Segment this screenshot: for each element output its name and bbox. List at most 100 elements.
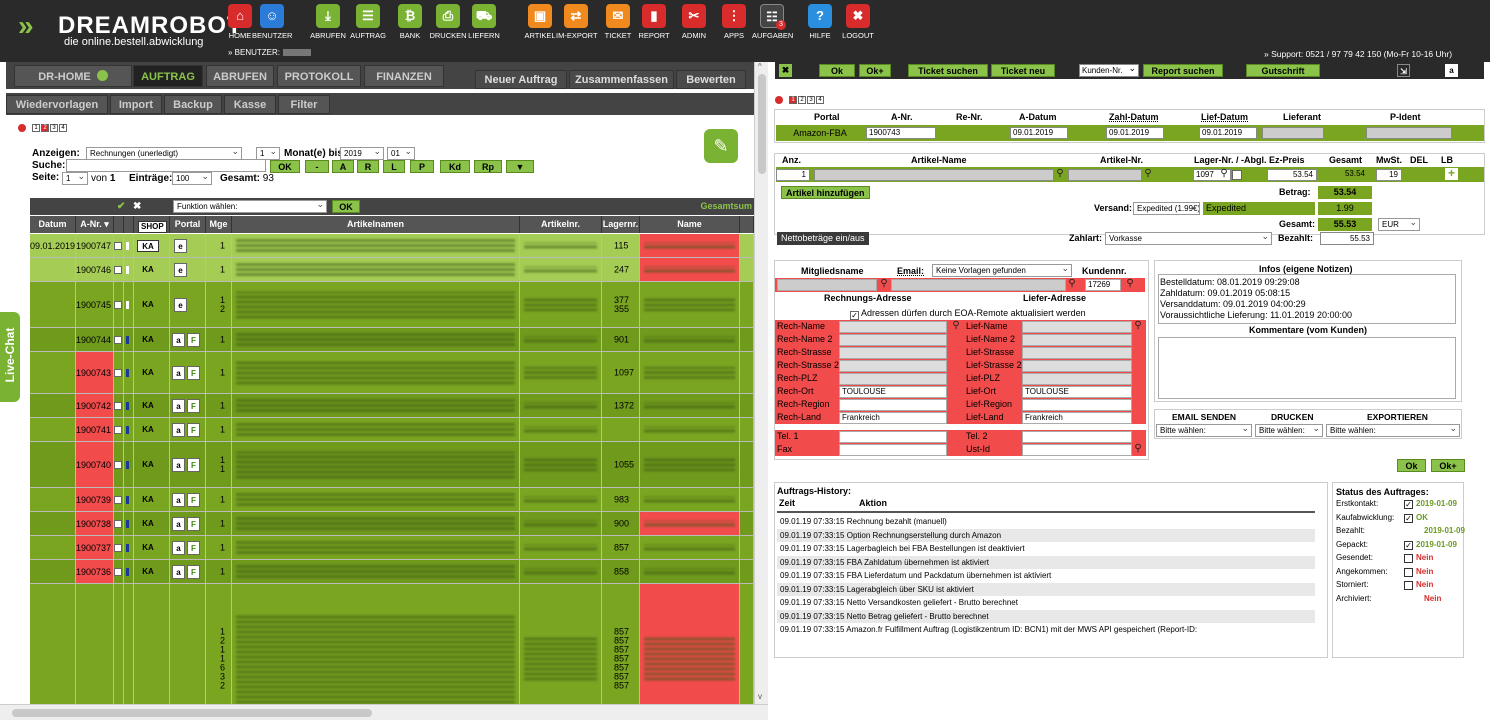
cell-order-number[interactable]: 1900743 (76, 352, 114, 393)
ok-bottom-button[interactable]: Ok (1397, 459, 1426, 472)
arrow-right-icon[interactable] (775, 96, 783, 104)
cell-order-number[interactable]: 1900746 (76, 258, 114, 281)
shipping-field-5[interactable]: TOULOUSE (1022, 386, 1132, 398)
billing-field-1[interactable] (839, 334, 947, 346)
subtab-kasse[interactable]: Kasse (224, 95, 276, 114)
cell-order-number[interactable]: 1900736 (76, 560, 114, 583)
email-action-select[interactable]: Bitte wählen: (1156, 424, 1252, 437)
nav-hilfe[interactable]: ? HILFE (800, 4, 840, 40)
nav-liefern[interactable]: ⛟ LIEFERN (464, 4, 504, 40)
nav-report[interactable]: ▮ REPORT (634, 4, 674, 40)
nav-aufgaben[interactable]: ☷ 3 AUFGABEN (752, 4, 793, 40)
filter-ok-button[interactable]: OK (270, 160, 300, 173)
cell-order-number[interactable]: 1900742 (76, 394, 114, 417)
row-checkbox[interactable] (114, 241, 122, 250)
billing-name-search-icon[interactable]: ⚲ (950, 320, 962, 332)
nav-apps[interactable]: ⋮ APPS (714, 4, 754, 40)
table-row[interactable]: 1900746 KA e 1 247 (30, 258, 754, 282)
billing-field-8[interactable] (839, 431, 947, 443)
unit-price-field[interactable]: 53.54 (1267, 169, 1317, 181)
vat-id-search-icon[interactable]: ⚲ (1132, 443, 1144, 455)
bezahlt-value[interactable]: 55.53 (1320, 232, 1374, 245)
delivery-date-field[interactable]: 09.01.2019 (1199, 127, 1257, 139)
tab-dr-home[interactable]: DR-HOME (14, 65, 132, 87)
table-row[interactable]: 1900743 KA a F 1 1097 (30, 352, 754, 394)
entries-select[interactable]: 100 (172, 172, 212, 185)
shipping-field-4[interactable] (1022, 373, 1132, 385)
merge-button[interactable]: Zusammenfassen (569, 70, 674, 89)
nav-abrufen[interactable]: ⤓ ABRUFEN (308, 4, 348, 40)
cell-order-number[interactable]: 1900745 (76, 282, 114, 327)
filter-kd-button[interactable]: Kd (440, 160, 470, 173)
order-number-field[interactable]: 1900743 (866, 127, 936, 139)
table-row[interactable]: 1900738 KA a F 1 900 (30, 512, 754, 536)
row-checkbox[interactable] (114, 543, 122, 552)
cell-order-number[interactable]: 1900739 (76, 488, 114, 511)
supplier-field[interactable] (1262, 127, 1324, 139)
cell-order-number[interactable]: 1900738 (76, 512, 114, 535)
page-4[interactable]: 4 (816, 96, 824, 104)
notes-textarea[interactable]: Bestelldatum: 08.01.2019 09:29:08 Zahlda… (1158, 274, 1456, 324)
table-row[interactable]: 1900736 KA a F 1 858 (30, 560, 754, 584)
col-header-1[interactable]: A-Nr. ▾ (76, 216, 114, 233)
nav-drucken[interactable]: ⎙ DRUCKEN (428, 4, 468, 40)
table-row[interactable]: 1900745 KA e 1 2 377 355 (30, 282, 754, 328)
comments-textarea[interactable] (1158, 337, 1456, 399)
deselect-all-x-icon[interactable]: ✖ (133, 201, 144, 212)
tab-auftrag[interactable]: AUFTRAG (133, 65, 203, 87)
export-action-select[interactable]: Bitte wählen: (1326, 424, 1460, 437)
subtab-backup[interactable]: Backup (164, 95, 222, 114)
report-search-button[interactable]: Report suchen (1143, 64, 1223, 77)
filter-funnel-button[interactable]: ▼ (506, 160, 534, 173)
edit-order-icon[interactable]: ✎ (704, 129, 738, 163)
filter-minus-button[interactable]: - (305, 160, 329, 173)
row-checkbox[interactable] (114, 265, 122, 274)
filter-a-button[interactable]: A (332, 160, 354, 173)
ok-plus-bottom-button[interactable]: Ok+ (1431, 459, 1465, 472)
page-2[interactable]: 2 (41, 124, 49, 132)
page-3[interactable]: 3 (50, 124, 58, 132)
page-3[interactable]: 3 (807, 96, 815, 104)
shipping-field-8[interactable] (1022, 431, 1132, 443)
billing-field-5[interactable]: TOULOUSE (839, 386, 947, 398)
vat-field[interactable]: 19 (1376, 169, 1402, 181)
order-date-field[interactable]: 09.01.2019 (1010, 127, 1068, 139)
close-detail-icon[interactable]: ✖ (779, 64, 792, 77)
shipping-field-7[interactable]: Frankreich (1022, 412, 1132, 424)
ticket-search-button[interactable]: Ticket suchen (908, 64, 988, 77)
add-line-plus-icon[interactable]: + (1445, 167, 1458, 180)
nav-logout[interactable]: ✖ LOGOUT (838, 4, 878, 40)
row-checkbox[interactable] (114, 300, 122, 309)
row-checkbox[interactable] (114, 401, 122, 410)
nav-admin[interactable]: ✂ ADMIN (674, 4, 714, 40)
left-horizontal-scrollbar[interactable] (0, 704, 768, 720)
email-template-select[interactable]: Keine Vorlagen gefunden (932, 264, 1072, 277)
table-row[interactable]: 09.01.2019 1900747 KA e 1 115 (30, 234, 754, 258)
billing-field-3[interactable] (839, 360, 947, 372)
table-row[interactable]: 1900739 KA a F 1 983 (30, 488, 754, 512)
nav-bank[interactable]: ₿ BANK (390, 4, 430, 40)
article-name-field[interactable] (814, 169, 1054, 181)
shipping-field-9[interactable] (1022, 444, 1132, 456)
shipping-field-1[interactable] (1022, 334, 1132, 346)
search-input[interactable] (66, 159, 266, 172)
table-row[interactable]: 1900741 KA a F 1 (30, 418, 754, 442)
status-checkbox[interactable] (1404, 567, 1413, 577)
status-checkbox[interactable]: ✓ (1404, 513, 1413, 523)
ok-plus-button[interactable]: Ok+ (859, 64, 891, 77)
status-checkbox[interactable] (1404, 581, 1413, 590)
row-checkbox[interactable] (114, 335, 122, 344)
export-icon[interactable]: ⇲ (1397, 64, 1410, 77)
select-all-check-icon[interactable]: ✔ (117, 201, 128, 212)
row-checkbox[interactable] (114, 460, 122, 469)
customer-field-select[interactable]: Kunden-Nr. (1079, 63, 1139, 77)
function-ok-button[interactable]: OK (332, 200, 360, 213)
article-search-icon[interactable]: ⚲ (1054, 168, 1066, 180)
stock-sync-checkbox[interactable] (1232, 169, 1242, 180)
p-ident-field[interactable] (1366, 127, 1452, 139)
billing-field-2[interactable] (839, 347, 947, 359)
page-1[interactable]: 1 (789, 96, 797, 104)
page-select[interactable]: 1 (62, 172, 88, 185)
status-checkbox[interactable] (1404, 554, 1413, 563)
filter-p-button[interactable]: P (410, 160, 434, 173)
